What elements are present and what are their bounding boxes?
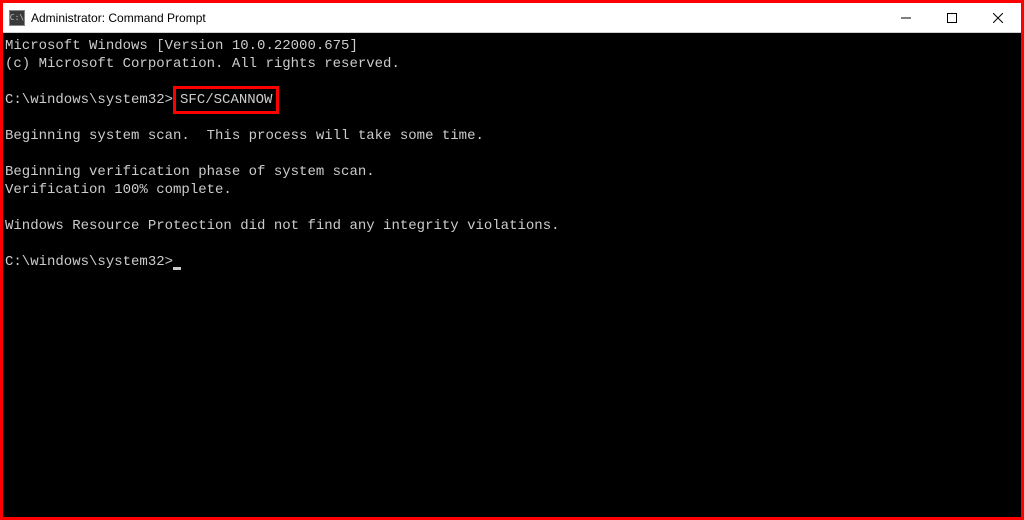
- cursor-icon: [173, 267, 181, 270]
- prompt-path: C:\windows\system32>: [5, 92, 173, 108]
- command-text: SFC/SCANNOW: [180, 92, 272, 108]
- titlebar: C:\ Administrator: Command Prompt: [3, 3, 1021, 33]
- copyright-line: (c) Microsoft Corporation. All rights re…: [5, 56, 400, 72]
- verification-complete-line: Verification 100% complete.: [5, 182, 232, 198]
- close-button[interactable]: [975, 3, 1021, 32]
- cmd-icon: C:\: [9, 10, 25, 26]
- verification-phase-line: Beginning verification phase of system s…: [5, 164, 375, 180]
- window-controls: [883, 3, 1021, 32]
- maximize-button[interactable]: [929, 3, 975, 32]
- minimize-button[interactable]: [883, 3, 929, 32]
- prompt-path-2: C:\windows\system32>: [5, 254, 173, 270]
- command-highlight: SFC/SCANNOW: [173, 86, 279, 114]
- window-title: Administrator: Command Prompt: [31, 11, 883, 25]
- result-line: Windows Resource Protection did not find…: [5, 218, 560, 234]
- scan-begin-line: Beginning system scan. This process will…: [5, 128, 484, 144]
- terminal-output[interactable]: Microsoft Windows [Version 10.0.22000.67…: [3, 33, 1021, 517]
- version-line: Microsoft Windows [Version 10.0.22000.67…: [5, 38, 358, 54]
